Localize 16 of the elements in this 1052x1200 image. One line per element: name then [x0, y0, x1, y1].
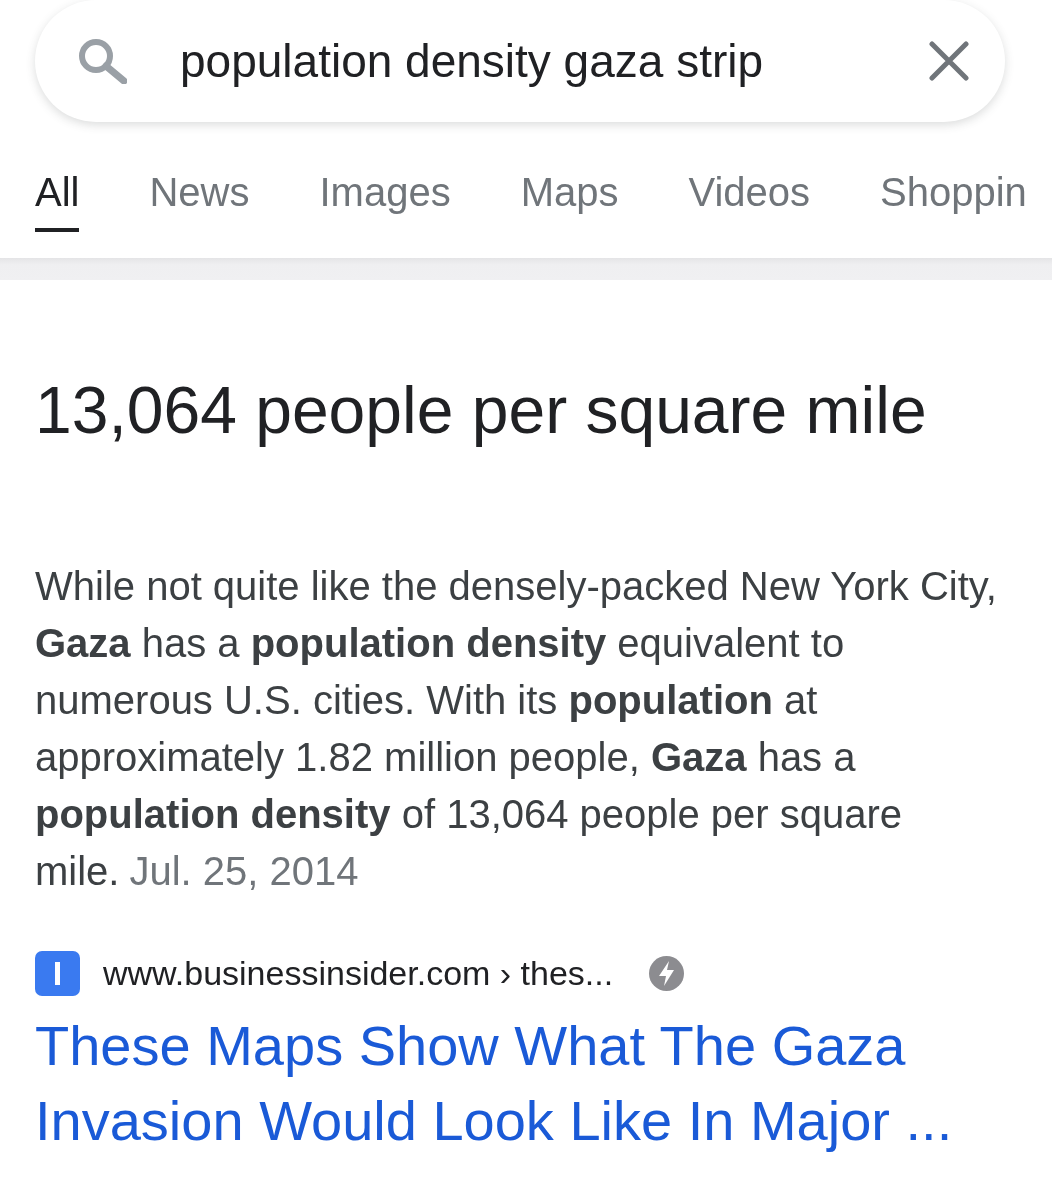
- tab[interactable]: All: [35, 168, 80, 232]
- snippet-date: Jul. 25, 2014: [129, 849, 359, 893]
- snippet-text: While not quite like the densely-packed New York City, Gaza has a population density equivalent to numerous U.S. cities. With its population at approximately 1.82 million people, Gaza has a population density of 13,064 people per square mile. Jul. 25, 2014: [35, 563, 998, 895]
- search-field[interactable]: population density gaza strip: [180, 33, 929, 89]
- result-title-link[interactable]: These Maps Show What The Gaza Invasion Would Look Like In Major ...: [35, 1008, 1015, 1158]
- close-icon[interactable]: [929, 41, 969, 81]
- tab[interactable]: Shoppin: [880, 168, 1027, 232]
- tab[interactable]: News: [149, 168, 250, 232]
- tab[interactable]: Images: [319, 168, 451, 232]
- source-url: www.businessinsider.com › thes...: [103, 953, 614, 993]
- tab[interactable]: Videos: [688, 168, 811, 232]
- search-icon: [78, 38, 127, 84]
- favicon-icon: [35, 950, 80, 996]
- tab[interactable]: Maps: [520, 168, 619, 232]
- answer-heading: 13,064 people per square mile: [35, 372, 928, 448]
- lightning-icon: [649, 955, 685, 991]
